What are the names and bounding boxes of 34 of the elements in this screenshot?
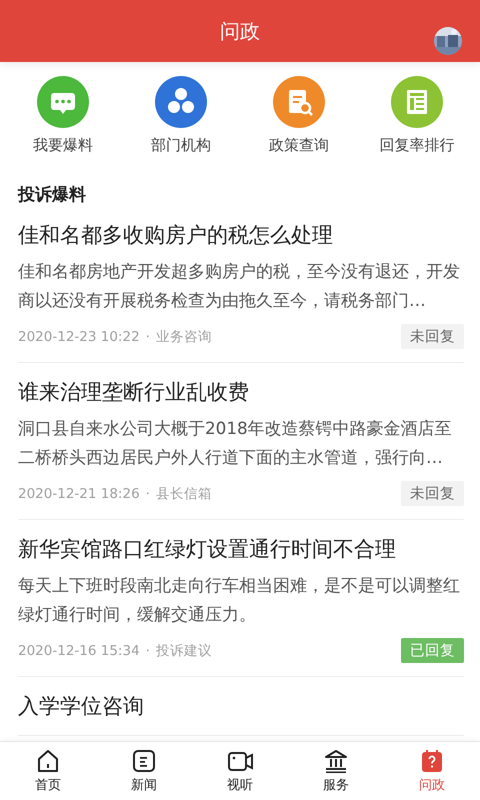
shortcut-link[interactable]: 我要爆料 <box>8 76 118 155</box>
status-badge: 已回复 <box>401 638 464 663</box>
post-category: 投诉建议 <box>156 642 212 660</box>
separator-dot: · <box>146 486 150 502</box>
tab[interactable]: 服务 <box>288 742 384 800</box>
post-summary: 洞口县自来水公司大概于2018年改造蔡锷中路豪金酒店至二桥桥头西边居民户外人行道下面的主水管道，强行向… <box>18 417 453 469</box>
post-summary: 每天上下班时段南北走向行车相当困难，是不是可以调整红绿灯通行时间，缓解交通压力。 <box>18 574 461 626</box>
status-badge: 未回复 <box>401 481 464 506</box>
tab[interactable]: 首页 <box>0 742 96 800</box>
tab[interactable]: 视听 <box>192 742 288 800</box>
post-category: 县长信箱 <box>156 484 212 502</box>
post-date: 2020-12-16 15:34 <box>18 642 140 658</box>
post-title[interactable]: 新华宾馆路口红绿灯设置通行时间不合理 <box>18 533 464 565</box>
screen-title: 问政 <box>220 18 260 44</box>
post-title[interactable]: 入学学位咨询 <box>18 690 464 722</box>
post-date: 2020-12-23 10:22 <box>18 328 140 344</box>
post-title[interactable]: 佳和名都多收购房户的税怎么处理 <box>18 219 464 251</box>
post-category: 业务咨询 <box>156 328 212 346</box>
status-badge: 未回复 <box>401 324 464 349</box>
shortcut-link[interactable]: 政策查询 <box>244 76 354 155</box>
separator-dot: · <box>146 328 150 344</box>
tab[interactable]: 新闻 <box>96 742 192 800</box>
shortcut-link[interactable]: 部门机构 <box>126 76 236 155</box>
building-icon <box>323 748 349 774</box>
post-title[interactable]: 谁来治理垄断行业乱收费 <box>18 376 464 408</box>
shortcut-link[interactable]: 回复率排行 <box>362 76 472 155</box>
separator-dot: · <box>146 642 150 658</box>
section-title: 投诉爆料 <box>18 185 86 205</box>
tab[interactable]: 问政 <box>384 742 480 800</box>
post-date: 2020-12-21 18:26 <box>18 486 140 502</box>
document-icon <box>131 748 157 774</box>
calendar-icon <box>419 748 445 774</box>
post-summary: 佳和名都房地产开发超多购房户的税，至今没有退还，开发商以还没有开展税务检查为由拖久至今，请税务部门… <box>18 260 461 312</box>
home-icon <box>35 748 61 774</box>
